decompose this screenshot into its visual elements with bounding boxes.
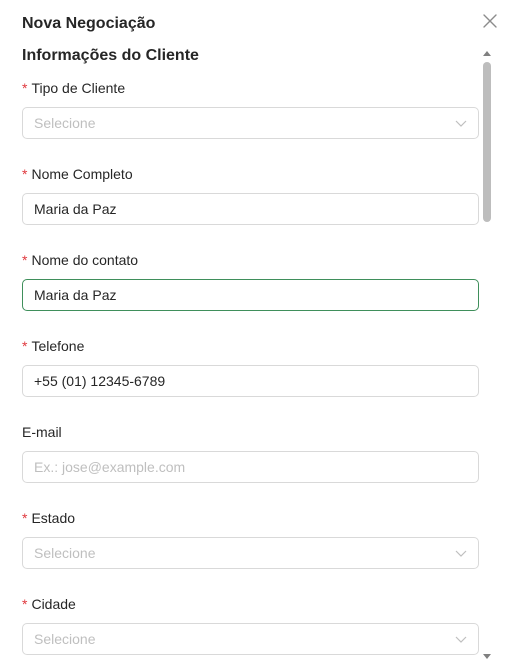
telefone-input[interactable]: +55 (01) 12345-6789 [22,365,479,397]
select-placeholder: Selecione [34,545,96,561]
label-nome-completo: * Nome Completo [22,166,133,182]
close-icon [483,14,497,28]
new-deal-modal: Nova Negociação Informações do Cliente *… [0,0,515,668]
scrollbar-thumb[interactable] [483,62,491,222]
nome-contato-input[interactable]: Maria da Paz [22,279,479,311]
input-value: Maria da Paz [34,287,117,303]
email-input[interactable]: Ex.: jose@example.com [22,451,479,483]
input-value: +55 (01) 12345-6789 [34,373,166,389]
label-tipo-cliente: * Tipo de Cliente [22,80,125,96]
label-text: Telefone [31,338,85,354]
required-marker: * [22,166,28,182]
scrollbar[interactable] [481,46,493,666]
label-telefone: * Telefone [22,338,84,354]
required-marker: * [22,596,28,612]
required-marker: * [22,80,28,96]
scroll-up-button[interactable] [481,48,493,58]
section-title-client-info: Informações do Cliente [22,47,199,64]
input-value: Maria da Paz [34,201,117,217]
label-text: Estado [31,510,76,526]
chevron-down-icon [455,636,467,643]
chevron-down-icon [455,120,467,127]
label-cidade: * Cidade [22,596,76,612]
tipo-cliente-select[interactable]: Selecione [22,107,479,139]
scroll-up-arrow-icon [483,51,491,56]
label-text: Tipo de Cliente [31,80,126,96]
required-marker: * [22,252,28,268]
label-text: Nome Completo [31,166,133,182]
scroll-down-button[interactable] [481,652,493,662]
label-nome-contato: * Nome do contato [22,252,138,268]
select-placeholder: Selecione [34,631,96,647]
nome-completo-input[interactable]: Maria da Paz [22,193,479,225]
input-placeholder: Ex.: jose@example.com [34,459,186,475]
cidade-select[interactable]: Selecione [22,623,479,655]
scroll-down-arrow-icon [483,654,491,659]
label-text: Cidade [31,596,76,612]
label-email: E-mail [22,424,62,440]
label-text: E-mail [22,424,62,440]
select-placeholder: Selecione [34,115,96,131]
modal-title: Nova Negociação [22,15,156,32]
close-button[interactable] [480,11,500,31]
chevron-down-icon [455,550,467,557]
label-estado: * Estado [22,510,75,526]
label-text: Nome do contato [31,252,139,268]
required-marker: * [22,338,28,354]
required-marker: * [22,510,28,526]
estado-select[interactable]: Selecione [22,537,479,569]
